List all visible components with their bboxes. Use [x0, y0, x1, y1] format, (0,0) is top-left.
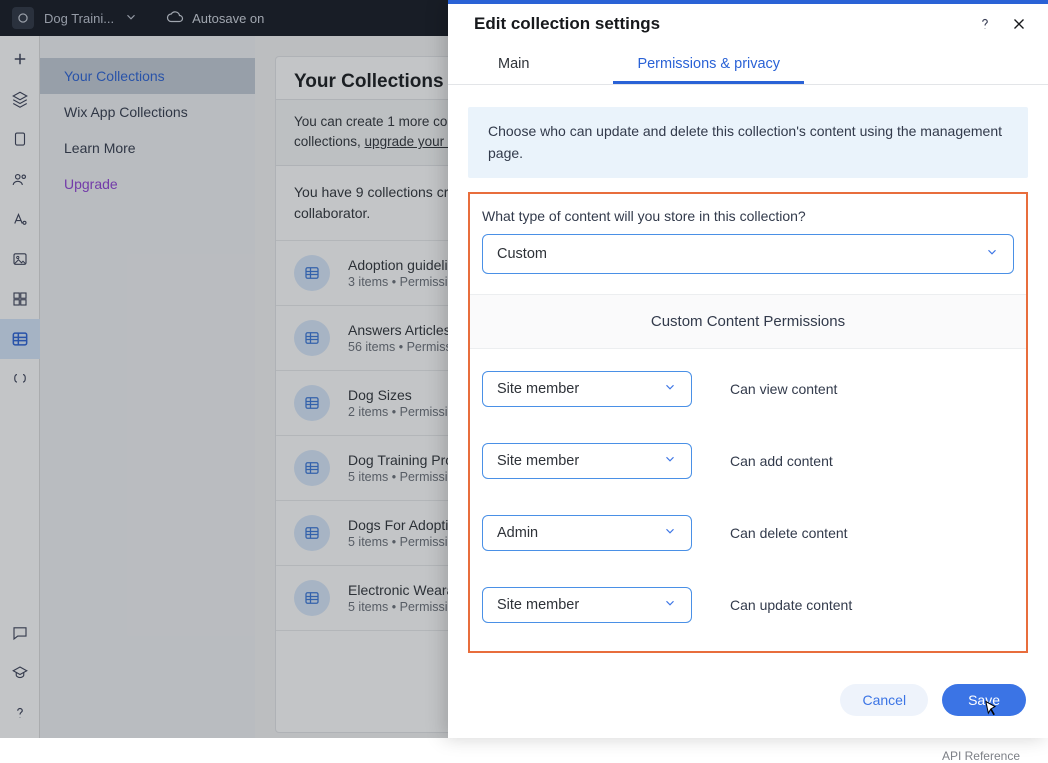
hint-box: Choose who can update and delete this co… [468, 107, 1028, 178]
permission-row: Site member Can add content [482, 443, 1014, 479]
permissions-section-header: Custom Content Permissions [470, 294, 1026, 349]
role-select[interactable]: Site member [482, 371, 692, 407]
panel-body: Choose who can update and delete this co… [448, 85, 1048, 668]
permission-action-label: Can update content [730, 597, 852, 613]
select-value: Admin [497, 525, 538, 541]
permission-row: Site member Can update content [482, 587, 1014, 623]
permission-rows: Site member Can view content Site member Ca… [482, 371, 1014, 623]
chevron-down-icon [985, 245, 999, 263]
cursor-icon [980, 699, 1000, 724]
role-select[interactable]: Site member [482, 587, 692, 623]
chevron-down-icon [663, 524, 677, 542]
select-value: Site member [497, 597, 579, 613]
close-icon[interactable] [1010, 15, 1028, 33]
chevron-down-icon [663, 452, 677, 470]
panel-footer: Cancel Save [448, 668, 1048, 738]
cancel-button[interactable]: Cancel [840, 684, 928, 716]
permission-action-label: Can view content [730, 381, 837, 397]
role-select[interactable]: Site member [482, 443, 692, 479]
panel-header: Edit collection settings [448, 4, 1048, 38]
content-type-label: What type of content will you store in t… [482, 208, 1014, 224]
api-reference-link[interactable]: API Reference [255, 749, 1020, 763]
role-select[interactable]: Admin [482, 515, 692, 551]
tab-main[interactable]: Main [474, 44, 553, 84]
panel-tabs: Main Permissions & privacy [448, 44, 1048, 85]
chevron-down-icon [663, 380, 677, 398]
tab-label: Permissions & privacy [637, 56, 780, 72]
help-icon[interactable] [976, 15, 994, 33]
select-value: Custom [497, 246, 547, 262]
panel-title: Edit collection settings [474, 14, 660, 34]
permissions-highlight: What type of content will you store in t… [468, 192, 1028, 653]
permission-row: Admin Can delete content [482, 515, 1014, 551]
content-type-select[interactable]: Custom [482, 234, 1014, 274]
tab-permissions[interactable]: Permissions & privacy [613, 44, 804, 84]
permission-row: Site member Can view content [482, 371, 1014, 407]
tab-label: Main [498, 56, 529, 72]
permission-action-label: Can add content [730, 453, 833, 469]
chevron-down-icon [663, 596, 677, 614]
settings-panel: Edit collection settings Main Permission… [448, 0, 1048, 738]
select-value: Site member [497, 381, 579, 397]
select-value: Site member [497, 453, 579, 469]
permission-action-label: Can delete content [730, 525, 848, 541]
